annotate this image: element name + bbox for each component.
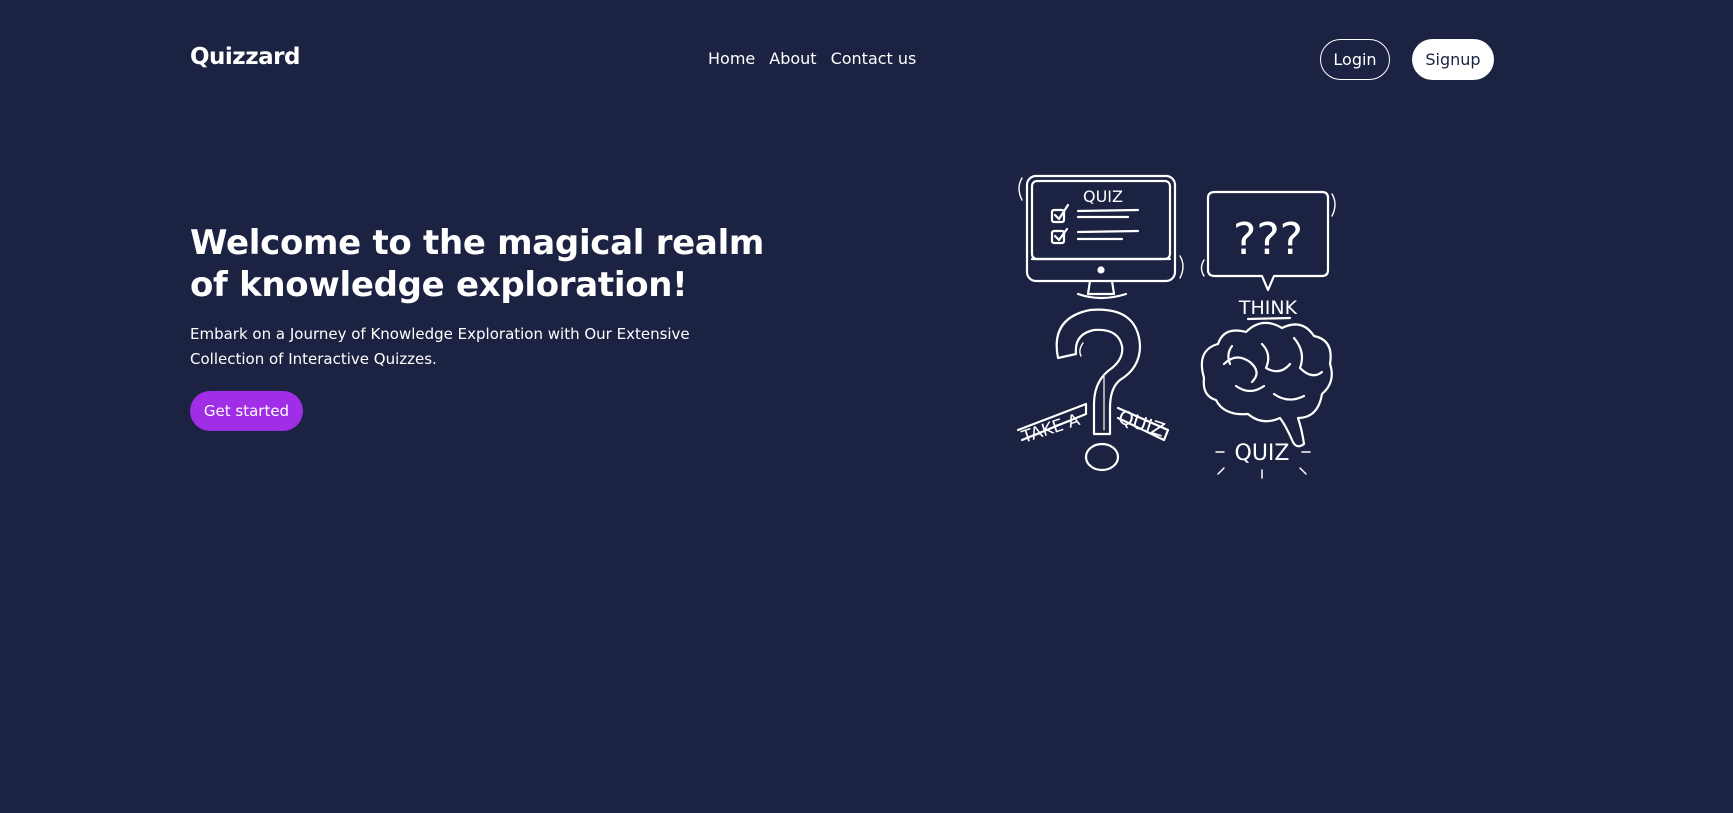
brand-logo[interactable]: Quizzard [190, 44, 300, 70]
signup-button[interactable]: Signup [1412, 39, 1494, 80]
hero-subtitle: Embark on a Journey of Knowledge Explora… [190, 325, 690, 368]
get-started-button[interactable]: Get started [190, 391, 303, 431]
monitor-quiz-label: QUIZ [1083, 187, 1123, 206]
nav-contact-link[interactable]: Contact us [831, 49, 917, 68]
quiz-illustration: QUIZ ??? THINK TAKE A QUIZ QUIZ [1016, 174, 1336, 479]
brain-quiz-label: QUIZ [1235, 441, 1290, 466]
brain-icon [1200, 321, 1333, 448]
take-a-label: TAKE A [1019, 410, 1083, 448]
nav-home-link[interactable]: Home [708, 49, 755, 68]
hero-title: Welcome to the magical realm of knowledg… [190, 223, 765, 305]
question-mark-icon [1055, 308, 1142, 472]
navbar: Quizzard Home About Contact us Login Sig… [0, 0, 1733, 120]
nav-about-link[interactable]: About [769, 49, 816, 68]
login-button[interactable]: Login [1320, 39, 1390, 80]
bubble-question-marks: ??? [1233, 214, 1303, 265]
nav-links: Home About Contact us [708, 49, 916, 68]
take-quiz-label: QUIZ [1115, 406, 1167, 442]
think-label: THINK [1238, 297, 1298, 319]
